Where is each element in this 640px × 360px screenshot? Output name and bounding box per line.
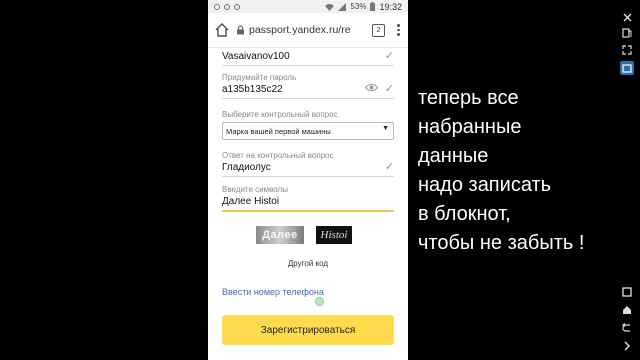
eye-icon[interactable] xyxy=(365,83,378,92)
notification-icon xyxy=(234,3,240,10)
caption-line: теперь все xyxy=(418,87,519,109)
answer-value: Гладиолус xyxy=(222,162,271,173)
registration-form: Vasaivanov100 ✓ Придумайте пароль a135b1… xyxy=(208,47,408,360)
notification-icon xyxy=(224,3,230,10)
password-field[interactable]: Придумайте пароль a135b135c22 ✓ xyxy=(222,73,394,99)
address-bar[interactable]: passport.yandex.ru/re xyxy=(236,19,366,41)
caption-line: набранные xyxy=(418,116,522,138)
check-icon: ✓ xyxy=(384,83,394,95)
dropdown-caret-icon: ▼ xyxy=(382,125,389,132)
caption-text: теперь все набранные данные надо записат… xyxy=(418,84,638,258)
notification-icon xyxy=(214,3,220,10)
tab-count: 2 xyxy=(376,26,381,34)
wifi-icon xyxy=(325,3,335,11)
enter-phone-link[interactable]: Ввести номер телефона xyxy=(222,287,324,297)
home-nav-icon[interactable] xyxy=(620,303,634,317)
captcha-label: Введите символы xyxy=(222,185,288,194)
captcha-field[interactable]: Введите символы Далее Histoi xyxy=(222,185,394,212)
password-label: Придумайте пароль xyxy=(222,73,297,82)
caption-line: надо записать xyxy=(418,174,552,196)
battery-percent: 53% xyxy=(350,2,367,11)
question-label: Выберите контрольный вопрос xyxy=(222,110,338,119)
captcha-input-value: Далее Histoi xyxy=(222,196,280,207)
close-icon[interactable] xyxy=(620,10,634,24)
home-icon[interactable] xyxy=(214,22,230,38)
status-bar: 53% 19:32 xyxy=(208,0,408,13)
check-icon: ✓ xyxy=(384,161,394,173)
clock: 19:32 xyxy=(379,1,402,12)
caption-line: в блокнот, xyxy=(418,203,511,225)
register-button[interactable]: Зарегистрироваться xyxy=(222,315,394,345)
expand-icon[interactable] xyxy=(620,339,634,353)
touch-indicator xyxy=(315,297,324,306)
rotate-icon[interactable] xyxy=(620,26,634,40)
question-field[interactable]: Выберите контрольный вопрос Марка вашей … xyxy=(222,110,394,140)
caption-line: чтобы не забыть ! xyxy=(418,232,585,254)
phone-screen: 53% 19:32 passport.yandex.ru/re 2 Vasaiv… xyxy=(208,0,408,360)
other-code-link[interactable]: Другой код xyxy=(208,259,408,268)
caption-line: данные xyxy=(418,145,489,167)
url-text: passport.yandex.ru/re xyxy=(249,24,351,36)
lock-icon xyxy=(237,25,244,35)
battery-icon xyxy=(370,2,376,11)
answer-field[interactable]: Ответ на контрольный вопрос Гладиолус ✓ xyxy=(222,151,394,177)
question-select[interactable]: Марка вашей первой машины ▼ xyxy=(222,122,394,140)
recent-apps-icon[interactable] xyxy=(620,285,634,299)
password-value: a135b135c22 xyxy=(222,84,283,95)
login-value: Vasaivanov100 xyxy=(222,51,290,62)
screenshot-icon[interactable] xyxy=(620,61,634,75)
back-icon[interactable] xyxy=(620,321,634,335)
browser-toolbar: passport.yandex.ru/re 2 xyxy=(208,13,408,48)
captcha-word-2: Histoi xyxy=(316,226,352,244)
login-field[interactable]: Vasaivanov100 ✓ xyxy=(222,49,394,66)
overflow-menu-icon[interactable] xyxy=(397,24,400,36)
signal-icon xyxy=(338,2,347,11)
check-icon: ✓ xyxy=(384,50,394,62)
tabs-count-icon[interactable]: 2 xyxy=(372,23,385,37)
answer-label: Ответ на контрольный вопрос xyxy=(222,151,334,160)
fullscreen-icon[interactable] xyxy=(620,43,634,57)
captcha-image: Далее Histoi xyxy=(256,226,366,246)
captcha-word-1: Далее xyxy=(256,226,304,244)
question-value: Марка вашей первой машины xyxy=(226,126,331,136)
